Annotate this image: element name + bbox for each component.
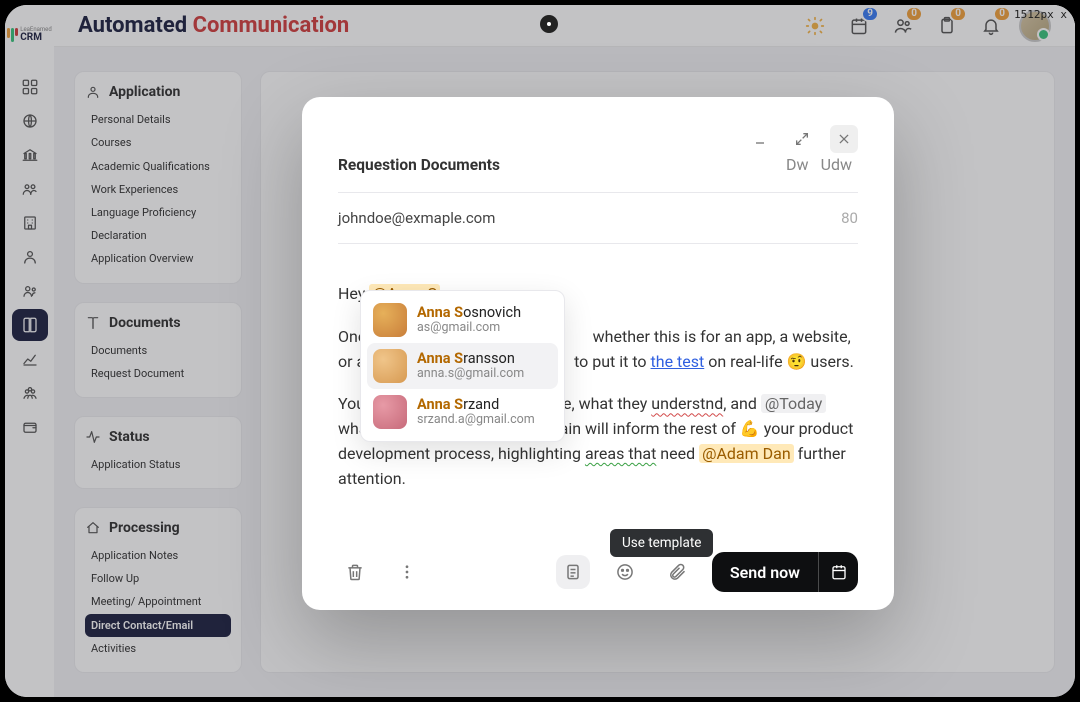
delete-button[interactable] (338, 555, 372, 589)
suggestion-email: srzand.a@gmail.com (417, 413, 535, 427)
link-the-test[interactable]: the test (651, 352, 705, 371)
grammar-hint: areas that (585, 444, 656, 463)
udw-toggle[interactable]: Udw (815, 153, 858, 176)
suggestion-email: anna.s@gmail.com (417, 367, 524, 381)
suggestion-item[interactable]: Anna Srzandsrzand.a@gmail.com (367, 389, 558, 435)
char-count: 80 (841, 209, 858, 227)
suggestion-avatar (373, 349, 407, 383)
close-button[interactable] (830, 125, 858, 153)
emoji-button[interactable] (608, 555, 642, 589)
send-button[interactable]: Send now (712, 552, 858, 592)
suggestion-name: Anna Sosnovich (417, 305, 521, 321)
modal-title: Requestion Documents (338, 156, 500, 174)
spell-error: understnd (651, 394, 723, 413)
suggestion-name: Anna Sransson (417, 351, 524, 367)
mention-adam[interactable]: @Adam Dan (699, 444, 794, 463)
recipient-email[interactable]: johndoe@exmaple.com (338, 209, 495, 227)
dw-toggle[interactable]: Dw (780, 153, 815, 176)
composer-toolbar: Send now (338, 540, 858, 592)
template-button[interactable] (556, 555, 590, 589)
more-button[interactable] (390, 555, 424, 589)
chip-today[interactable]: @Today (761, 394, 826, 413)
suggestion-avatar (373, 395, 407, 429)
suggestion-name: Anna Srzand (417, 397, 535, 413)
send-schedule-button[interactable] (818, 552, 858, 592)
suggestion-avatar (373, 303, 407, 337)
suggestion-email: as@gmail.com (417, 321, 521, 335)
resize-readout: 1512px x (1014, 8, 1067, 21)
top-dot (540, 15, 558, 33)
send-label: Send now (712, 563, 818, 582)
attach-button[interactable] (660, 555, 694, 589)
suggestion-item[interactable]: Anna Sranssonanna.s@gmail.com (367, 343, 558, 389)
expand-button[interactable] (788, 125, 816, 153)
minimize-button[interactable] (746, 125, 774, 153)
mention-suggestions: Anna Sosnovichas@gmail.comAnna Sranssona… (360, 290, 565, 442)
suggestion-item[interactable]: Anna Sosnovichas@gmail.com (367, 297, 558, 343)
template-tooltip: Use template (610, 529, 713, 557)
